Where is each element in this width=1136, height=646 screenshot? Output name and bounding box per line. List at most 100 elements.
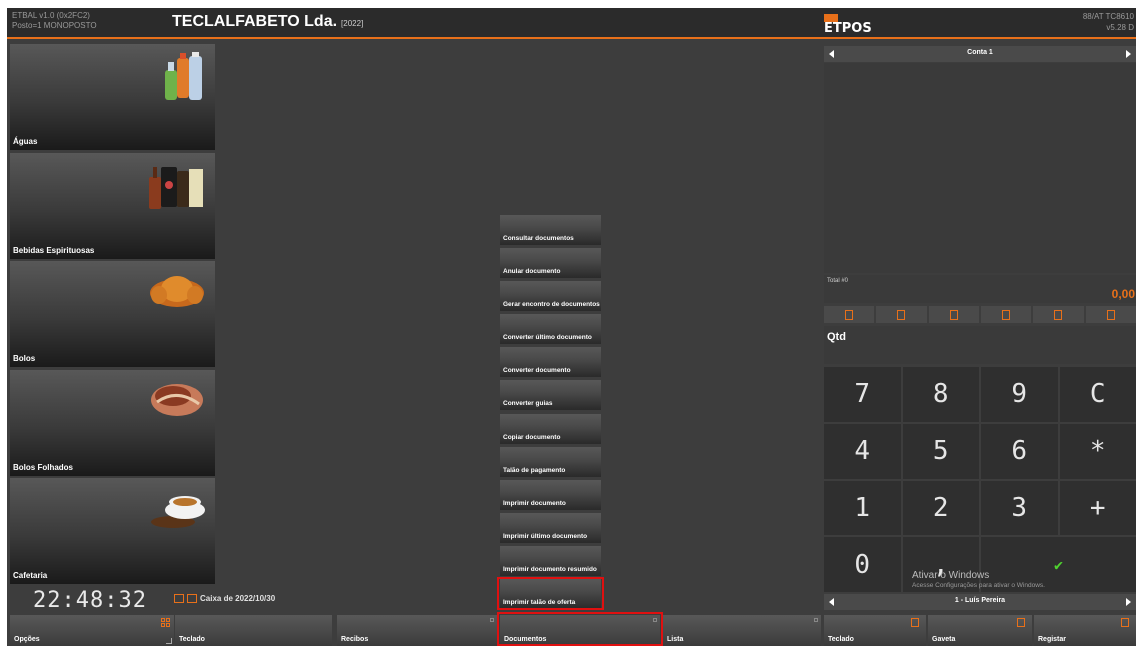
cert-number: 88/AT TC8610 xyxy=(1082,12,1134,21)
button-label: Gaveta xyxy=(932,636,956,643)
menu-label: Gerar encontro de documentos xyxy=(503,301,600,309)
category-bebidas-espirituosas[interactable]: Bebidas Espirituosas xyxy=(10,152,215,259)
teclado-right-button[interactable]: Teclado xyxy=(824,615,926,646)
category-label: Águas xyxy=(13,137,38,146)
document-delete-icon xyxy=(949,309,958,320)
lista-button[interactable]: Lista xyxy=(663,615,821,646)
windows-watermark-subtitle: Acesse Configurações para ativar o Windo… xyxy=(912,582,1045,589)
key-5[interactable]: 5 xyxy=(902,423,979,479)
key-1[interactable]: 1 xyxy=(824,480,901,536)
document-icon xyxy=(845,309,854,320)
menu-label: Converter guias xyxy=(503,400,553,408)
key-7[interactable]: 7 xyxy=(824,367,901,422)
numeric-keypad: 7 8 9 C 4 5 6 * 1 2 3 + 0 , ✔ xyxy=(824,367,1136,592)
key-plus[interactable]: + xyxy=(1059,480,1136,536)
button-label: Registar xyxy=(1038,636,1067,643)
windows-watermark-title: Ativar o Windows xyxy=(912,570,990,581)
menu-imprimir-talao-oferta[interactable]: Imprimir talão de oferta xyxy=(500,579,601,610)
posto-info: Posto=1 MONOPOSTO xyxy=(12,21,97,30)
document-actions xyxy=(824,306,1136,323)
software-version: v5.28 D xyxy=(1106,23,1134,32)
button-label: Teclado xyxy=(179,636,205,643)
doc-action-new[interactable] xyxy=(824,306,875,323)
menu-anular-documento[interactable]: Anular documento xyxy=(500,248,601,279)
documentos-button[interactable]: Documentos xyxy=(500,615,660,646)
croissant-icon xyxy=(150,276,204,307)
menu-imprimir-resumido[interactable]: Imprimir documento resumido xyxy=(500,545,601,576)
teclado-button[interactable]: Teclado xyxy=(175,615,332,646)
category-label: Bolos Folhados xyxy=(13,462,73,472)
menu-label: Converter último documento xyxy=(503,334,592,342)
doc-action-delete[interactable] xyxy=(928,306,979,323)
menu-converter-guias[interactable]: Converter guias xyxy=(500,380,601,411)
category-list: Águas Bebidas Espirituosas Bolos Bolos F… xyxy=(10,44,215,587)
menu-copiar-documento[interactable]: Copiar documento xyxy=(500,413,601,444)
menu-imprimir-documento[interactable]: Imprimir documento xyxy=(500,479,601,510)
button-label: Lista xyxy=(667,636,684,643)
coffee-cup-icon xyxy=(151,496,205,528)
category-aguas[interactable]: Águas xyxy=(10,44,215,150)
doc-action-print[interactable] xyxy=(980,306,1032,323)
category-label: Bebidas Espirituosas xyxy=(13,245,95,255)
key-0[interactable]: 0 xyxy=(824,537,901,592)
quantity-field[interactable]: Qtd xyxy=(824,326,1136,364)
category-bolos[interactable]: Bolos xyxy=(10,261,215,367)
qtd-label: Qtd xyxy=(827,331,846,343)
button-label: Teclado xyxy=(828,636,854,643)
app-version: ETBAL v1.0 (0x2FC2) xyxy=(12,11,90,20)
recibos-button[interactable]: Recibos xyxy=(337,615,497,646)
next-user-arrow-icon[interactable] xyxy=(1126,598,1131,606)
key-2[interactable]: 2 xyxy=(902,480,979,536)
category-cafetaria[interactable]: Cafetaria xyxy=(10,478,215,584)
next-arrow-icon[interactable] xyxy=(1126,50,1131,58)
total-label: Total #0 xyxy=(827,278,849,284)
doc-action-copy[interactable] xyxy=(1033,306,1084,323)
document-edit-icon xyxy=(897,309,906,320)
button-label: Documentos xyxy=(504,636,547,643)
category-label: Bolos xyxy=(13,354,36,363)
water-bottles-icon xyxy=(165,52,202,100)
key-4[interactable]: 4 xyxy=(824,423,901,479)
key-8[interactable]: 8 xyxy=(902,367,979,422)
doc-action-edit[interactable] xyxy=(876,306,927,323)
pos-window: ETBAL v1.0 (0x2FC2) Posto=1 MONOPOSTO TE… xyxy=(7,8,1136,646)
menu-talao-pagamento[interactable]: Talão de pagamento xyxy=(500,446,601,477)
options-icon xyxy=(490,618,494,622)
corner-icon xyxy=(166,638,172,644)
logo-text: ETPOS xyxy=(824,21,872,36)
grid-icon xyxy=(161,618,170,627)
options-icon xyxy=(814,618,818,622)
document-list-icon xyxy=(1106,309,1115,320)
key-multiply[interactable]: * xyxy=(1059,423,1136,479)
total-display: Total #0 0,00 xyxy=(824,275,1136,303)
menu-label: Imprimir documento xyxy=(503,499,566,507)
options-icon xyxy=(653,618,657,622)
menu-gerar-encontro[interactable]: Gerar encontro de documentos xyxy=(500,281,601,312)
menu-converter-documento[interactable]: Converter documento xyxy=(500,347,601,378)
opcoes-button[interactable]: Opções xyxy=(10,615,174,646)
keyboard-icon xyxy=(911,618,919,627)
gaveta-button[interactable]: Gaveta xyxy=(928,615,1032,646)
menu-label: Consultar documentos xyxy=(503,235,574,242)
conta-selector: Conta 1 xyxy=(824,46,1136,62)
document-copy-icon xyxy=(1054,309,1063,320)
button-label: Recibos xyxy=(341,636,369,643)
key-9[interactable]: 9 xyxy=(981,367,1058,422)
caixa-info: Caixa de 2022/10/30 xyxy=(174,594,275,603)
cert-info: 88/AT TC8610 v5.28 D xyxy=(1083,11,1134,33)
registar-button[interactable]: Registar xyxy=(1034,615,1136,646)
menu-consultar-documentos[interactable]: Consultar documentos xyxy=(500,215,601,245)
conta-label: Conta 1 xyxy=(967,49,993,56)
company-label: TECLALFABETO Lda. xyxy=(172,13,338,30)
calendar-icon xyxy=(187,594,197,603)
doc-action-list[interactable] xyxy=(1085,306,1136,323)
register-icon xyxy=(1121,618,1129,627)
key-clear[interactable]: C xyxy=(1059,367,1136,422)
menu-label: Copiar documento xyxy=(503,433,561,441)
menu-imprimir-ultimo[interactable]: Imprimir último documento xyxy=(500,512,601,543)
menu-label: Imprimir talão de oferta xyxy=(503,599,576,607)
key-3[interactable]: 3 xyxy=(981,480,1058,536)
key-6[interactable]: 6 xyxy=(981,423,1058,479)
menu-converter-ultimo[interactable]: Converter último documento xyxy=(500,314,601,345)
category-bolos-folhados[interactable]: Bolos Folhados xyxy=(10,369,215,476)
